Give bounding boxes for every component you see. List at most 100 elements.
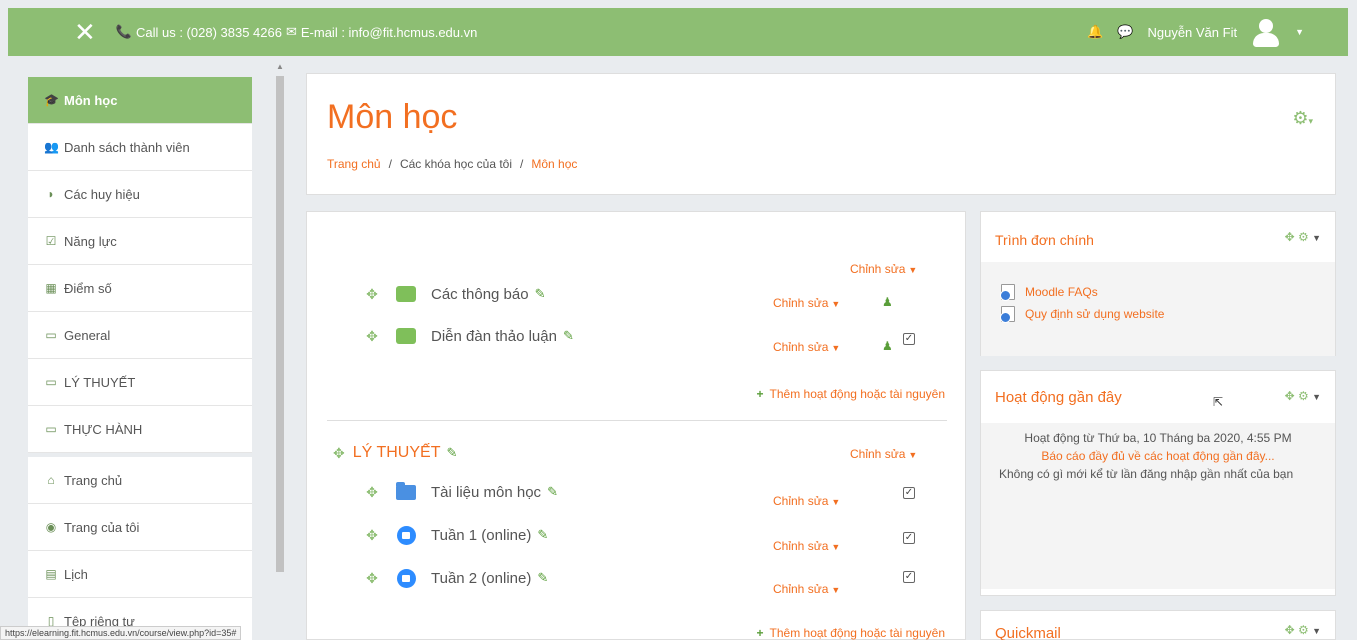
sidebar-item[interactable]: ▭ LÝ THUYẾT — [28, 359, 252, 406]
scroll-up-icon[interactable]: ▲ — [276, 62, 284, 71]
activity-label[interactable]: Tuần 1 (online) — [431, 527, 531, 544]
dashboard-icon: ◉ — [45, 520, 57, 534]
edit-menu-activity[interactable]: Chỉnh sửa ▼ — [773, 494, 840, 508]
sidebar-item[interactable]: 👥 Danh sách thành viên — [28, 124, 252, 171]
gear-icon: ⚙ — [1297, 230, 1309, 244]
activity-week-1[interactable]: ✥ Tuần 1 (online) ✎ — [363, 525, 548, 545]
move-icon[interactable]: ✥ — [363, 328, 381, 345]
block-recent-activity: Hoạt động gần đây ⇱ ✥ ⚙ ▼ Hoạt động từ T… — [980, 370, 1336, 596]
activity-label[interactable]: Diễn đàn thảo luận — [431, 328, 557, 345]
page-title: Môn học — [327, 98, 458, 136]
block-title: Hoạt động gần đây — [995, 389, 1122, 406]
user-menu-caret-icon[interactable]: ▼ — [1295, 27, 1304, 37]
folder-icon: ▭ — [45, 375, 57, 389]
pencil-icon[interactable]: ✎ — [537, 570, 548, 586]
scrollbar-thumb[interactable] — [276, 76, 284, 572]
sidebar-item[interactable]: ▤ Lịch — [28, 551, 252, 598]
sidebar-item[interactable]: ▭ General — [28, 312, 252, 359]
pencil-icon[interactable]: ✎ — [547, 484, 558, 500]
bell-icon[interactable]: 🔔 — [1087, 24, 1103, 40]
pencil-icon[interactable]: ✎ — [446, 445, 457, 461]
move-icon[interactable]: ✥ — [363, 527, 381, 544]
pencil-icon[interactable]: ✎ — [535, 286, 546, 302]
activity-week-2[interactable]: ✥ Tuần 2 (online) ✎ — [363, 568, 548, 588]
edit-menu-section-1[interactable]: Chỉnh sửa ▼ — [850, 447, 917, 461]
user-name[interactable]: Nguyễn Văn Fit — [1147, 25, 1237, 40]
moodle-faqs-link[interactable]: Moodle FAQs — [1000, 284, 1315, 301]
users-icon: 👥 — [44, 140, 59, 154]
activity-announcements[interactable]: ✥ Các thông báo ✎ — [363, 282, 546, 304]
move-icon[interactable]: ✥ — [363, 484, 381, 501]
move-icon[interactable]: ✥ — [333, 445, 345, 462]
sidebar-item[interactable]: ◗ Các huy hiệu — [28, 171, 252, 218]
activity-label[interactable]: Các thông báo — [431, 286, 529, 303]
activity-forum[interactable]: ✥ Diễn đàn thảo luận ✎ — [363, 324, 574, 346]
block-actions[interactable]: ✥ ⚙ ▼ — [1285, 623, 1321, 637]
activity-label[interactable]: Tài liệu môn học — [431, 484, 541, 501]
user-icon[interactable]: ♟ — [882, 339, 893, 353]
edit-menu-activity[interactable]: Chỉnh sửa ▼ — [773, 296, 840, 310]
sidebar-item[interactable]: 🎓 Môn học — [28, 77, 252, 124]
completion-checkbox[interactable]: ✓ — [903, 333, 915, 345]
completion-checkbox[interactable]: ✓ — [903, 487, 915, 499]
breadcrumb-current[interactable]: Môn học — [531, 157, 577, 171]
sidebar-item-label: Danh sách thành viên — [64, 139, 190, 155]
mail-icon: ✉ — [285, 24, 297, 39]
close-icon[interactable]: ✕ — [74, 19, 96, 45]
move-icon[interactable]: ✥ — [363, 570, 381, 587]
caret-down-icon: ▼ — [1312, 233, 1321, 243]
pencil-icon[interactable]: ✎ — [563, 328, 574, 344]
phone-icon: 📞 — [115, 24, 132, 39]
edit-menu-activity[interactable]: Chỉnh sửa ▼ — [773, 582, 840, 596]
chat-icon[interactable]: 💬 — [1117, 24, 1133, 40]
avatar[interactable] — [1251, 17, 1281, 47]
sidebar-item[interactable]: ☑ Năng lực — [28, 218, 252, 265]
breadcrumb-home[interactable]: Trang chủ — [327, 157, 381, 171]
document-icon — [1000, 306, 1015, 323]
contact-phone: Call us : (028) 3835 4266 — [135, 24, 282, 40]
sidebar-item-label: Trang của tôi — [64, 519, 140, 535]
edit-menu-section-0[interactable]: Chỉnh sửa ▼ — [850, 262, 917, 276]
block-actions[interactable]: ✥ ⚙ ▼ — [1285, 389, 1321, 403]
block-main-menu: Trình đơn chính ✥ ⚙ ▼ Moodle FAQs Quy đị… — [980, 211, 1336, 356]
block-title: Quickmail — [995, 625, 1061, 640]
full-report-link[interactable]: Báo cáo đầy đủ về các hoạt động gần đây.… — [999, 447, 1317, 465]
sidebar: 🎓 Môn học 👥 Danh sách thành viên ◗ Các huy hi… — [28, 77, 252, 640]
check-square-icon: ☑ — [45, 234, 57, 248]
edit-menu-activity[interactable]: Chỉnh sửa ▼ — [773, 539, 840, 553]
add-activity-link[interactable]: + Thêm hoạt động hoặc tài nguyên — [757, 626, 945, 640]
pencil-icon[interactable]: ✎ — [537, 527, 548, 543]
block-title: Trình đơn chính — [995, 232, 1094, 248]
gear-icon: ⚙ — [1297, 389, 1309, 403]
sidebar-item-label: General — [64, 327, 111, 343]
folder-icon — [395, 481, 417, 502]
completion-checkbox[interactable]: ✓ — [903, 532, 915, 544]
document-icon — [1000, 284, 1015, 301]
sidebar-item[interactable]: ▭ THỰC HÀNH — [28, 406, 252, 453]
completion-checkbox[interactable]: ✓ — [903, 571, 915, 583]
plus-icon: + — [756, 626, 764, 640]
zoom-icon — [395, 525, 417, 545]
folder-icon: ▭ — [45, 328, 57, 342]
add-activity-link[interactable]: + Thêm hoạt động hoặc tài nguyên — [757, 387, 945, 401]
sidebar-item[interactable]: ◉ Trang của tôi — [28, 504, 252, 551]
activity-course-materials[interactable]: ✥ Tài liệu môn học ✎ — [363, 481, 558, 502]
sidebar-item-label: Điểm số — [64, 280, 112, 296]
move-icon[interactable]: ✥ — [363, 286, 381, 303]
breadcrumb-my-courses[interactable]: Các khóa học của tôi — [400, 157, 512, 171]
sidebar-item[interactable]: ⌂ Trang chủ — [28, 457, 252, 504]
edit-menu-activity[interactable]: Chỉnh sửa ▼ — [773, 340, 840, 354]
forum-icon — [395, 282, 417, 304]
section-title-text[interactable]: LÝ THUYẾT — [353, 444, 441, 462]
sidebar-item[interactable]: ▦ Điểm số — [28, 265, 252, 312]
sidebar-item-label: LÝ THUYẾT — [64, 374, 136, 390]
activity-label[interactable]: Tuần 2 (online) — [431, 570, 531, 587]
gear-icon: ⚙ — [1297, 623, 1309, 637]
gear-icon[interactable]: ⚙▾ — [1292, 108, 1313, 129]
scrollbar[interactable]: ▲ — [274, 62, 286, 640]
user-icon[interactable]: ♟ — [882, 295, 893, 309]
sidebar-item-label: Môn học — [64, 92, 118, 108]
website-rules-link[interactable]: Quy định sử dụng website — [1000, 306, 1315, 323]
section-title: ✥ LÝ THUYẾT ✎ — [333, 444, 457, 462]
block-actions[interactable]: ✥ ⚙ ▼ — [1285, 230, 1321, 244]
